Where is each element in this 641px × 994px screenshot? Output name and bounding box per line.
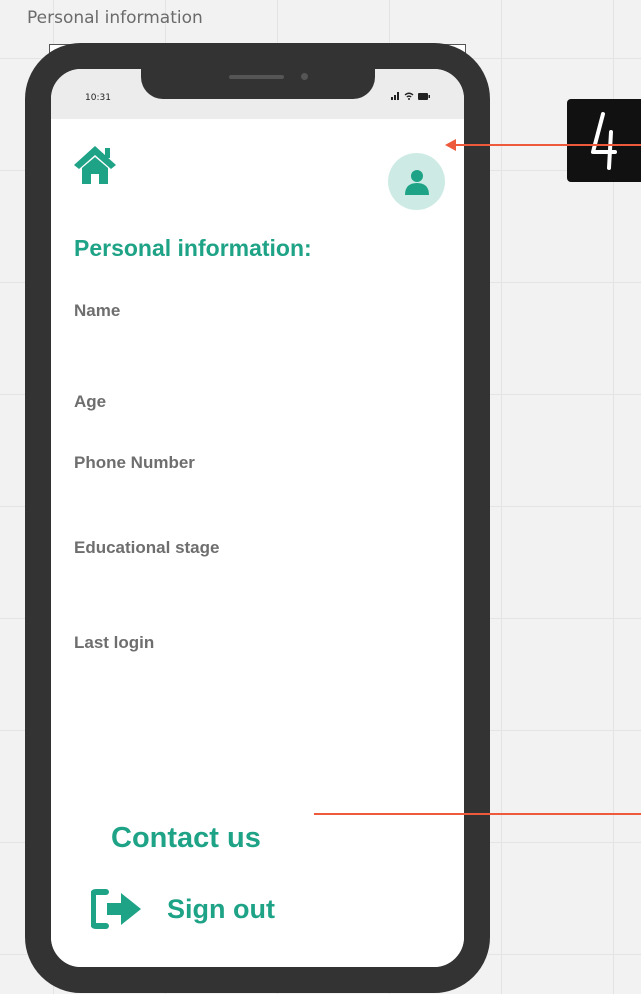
- annotation-arrows: [314, 139, 641, 815]
- arrow-head-icon: [445, 139, 456, 151]
